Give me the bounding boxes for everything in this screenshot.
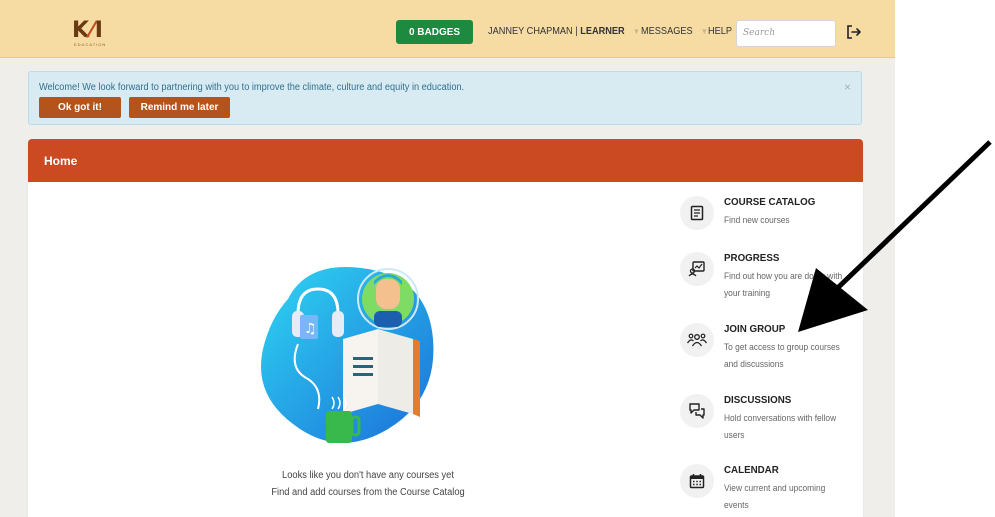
user-menu[interactable]: JANNEY CHAPMAN | LEARNER ▼ xyxy=(488,26,640,37)
logo-i: I xyxy=(94,18,104,43)
menu-title: PROGRESS xyxy=(724,252,780,264)
users-group-icon xyxy=(680,323,714,357)
home-panel: Home ♫ Looks like you don't have any cou… xyxy=(28,139,863,517)
svg-text:♫: ♫ xyxy=(304,321,317,337)
top-navbar: K⁄I EDUCATION 0 BADGES JANNEY CHAPMAN | … xyxy=(0,0,895,58)
logout-icon[interactable] xyxy=(846,24,862,40)
empty-state-line2: Find and add courses from the Course Cat… xyxy=(271,487,465,498)
user-name: JANNEY CHAPMAN | xyxy=(488,26,578,37)
menu-title: CALENDAR xyxy=(724,464,779,476)
home-panel-header: Home xyxy=(28,139,863,182)
menu-description: View current and upcoming events xyxy=(724,483,826,510)
koi-logo[interactable]: K⁄I xyxy=(72,18,104,43)
annotation-arrow-icon xyxy=(798,140,992,332)
logo-k: K xyxy=(72,18,91,43)
logo-subtext: EDUCATION xyxy=(74,42,107,47)
close-icon[interactable]: × xyxy=(844,80,851,94)
menu-title: DISCUSSIONS xyxy=(724,394,792,406)
book-icon xyxy=(680,196,714,230)
menu-title: JOIN GROUP xyxy=(724,323,786,335)
alert-message: Welcome! We look forward to partnering w… xyxy=(39,82,465,93)
app-window: K⁄I EDUCATION 0 BADGES JANNEY CHAPMAN | … xyxy=(0,0,895,517)
messages-label: MESSAGES xyxy=(641,26,693,37)
progress-chart-icon xyxy=(680,252,714,286)
ok-got-it-button[interactable]: Ok got it! xyxy=(39,97,121,118)
help-link[interactable]: HELP xyxy=(708,26,732,37)
empty-state-line1: Looks like you don't have any courses ye… xyxy=(282,470,454,481)
page-title: Home xyxy=(44,154,78,168)
badges-button[interactable]: 0 BADGES xyxy=(396,20,473,44)
empty-courses-illustration: ♫ xyxy=(261,267,434,443)
chat-bubbles-icon xyxy=(680,394,714,428)
welcome-alert: Welcome! We look forward to partnering w… xyxy=(28,71,862,125)
user-role: LEARNER xyxy=(580,26,625,37)
calendar-icon xyxy=(680,464,714,498)
chevron-down-icon: ▼ xyxy=(632,27,641,36)
menu-description: To get access to group courses and discu… xyxy=(724,342,840,369)
remind-me-later-button[interactable]: Remind me later xyxy=(129,97,230,118)
chevron-down-icon: ▼ xyxy=(700,27,709,36)
messages-menu[interactable]: MESSAGES ▼ xyxy=(641,26,708,37)
menu-description: Hold conversations with fellow users xyxy=(724,413,837,440)
search-input[interactable]: Search xyxy=(736,20,836,47)
